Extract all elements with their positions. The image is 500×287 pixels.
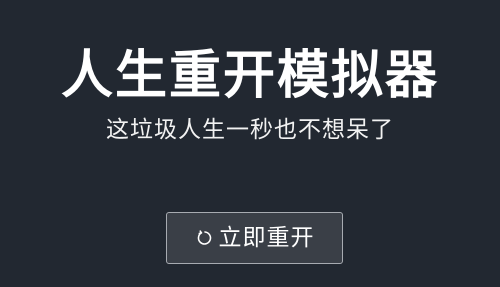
restart-icon [195, 228, 215, 248]
game-title: 人生重开模拟器 [60, 46, 439, 106]
restart-button[interactable]: 立即重开 [166, 212, 343, 264]
restart-button-label: 立即重开 [218, 225, 315, 251]
game-subtitle: 这垃圾人生一秒也不想呆了 [106, 117, 394, 143]
